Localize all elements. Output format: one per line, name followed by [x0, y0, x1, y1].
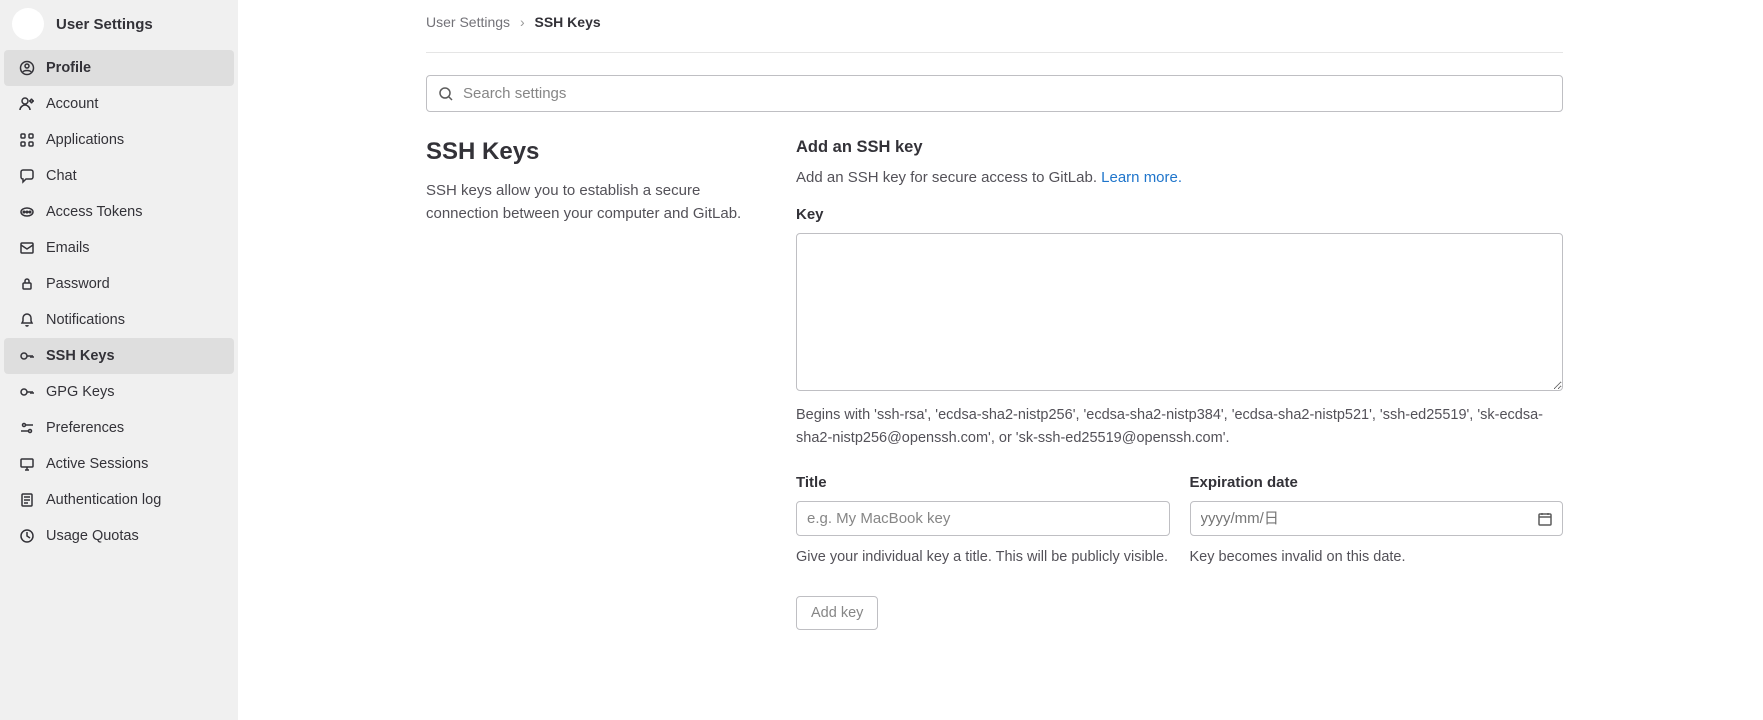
sidebar-item-label: Preferences — [46, 420, 124, 436]
sidebar-item-label: Usage Quotas — [46, 528, 139, 544]
title-input[interactable] — [796, 501, 1170, 536]
sidebar-item-label: Access Tokens — [46, 204, 142, 220]
sidebar-header: User Settings — [0, 0, 238, 48]
section-title: SSH Keys — [426, 138, 756, 166]
sidebar-item-label: Profile — [46, 60, 91, 76]
form-subdesc: Add an SSH key for secure access to GitL… — [796, 169, 1563, 186]
expire-label: Expiration date — [1190, 474, 1564, 491]
preferences-icon — [18, 419, 36, 437]
learn-more-link[interactable]: Learn more. — [1101, 169, 1182, 186]
sidebar-item-emails[interactable]: Emails — [4, 230, 234, 266]
sidebar-item-password[interactable]: Password — [4, 266, 234, 302]
sidebar-item-label: Account — [46, 96, 98, 112]
search-icon — [438, 86, 454, 102]
sidebar-item-label: Authentication log — [46, 492, 161, 508]
calendar-icon[interactable] — [1537, 511, 1553, 527]
sessions-icon — [18, 455, 36, 473]
section-description: SSH keys allow you to establish a secure… — [426, 180, 756, 225]
sidebar-item-label: GPG Keys — [46, 384, 115, 400]
key-help: Begins with 'ssh-rsa', 'ecdsa-sha2-nistp… — [796, 404, 1563, 450]
expire-field-group: Expiration date Key becomes invalid on t… — [1190, 474, 1564, 569]
sidebar: User Settings Profile Account Applicatio… — [0, 0, 238, 720]
chevron-right-icon: › — [520, 14, 525, 30]
sidebar-item-chat[interactable]: Chat — [4, 158, 234, 194]
breadcrumb: User Settings › SSH Keys — [426, 14, 1563, 30]
sidebar-item-access-tokens[interactable]: Access Tokens — [4, 194, 234, 230]
sidebar-item-label: Chat — [46, 168, 77, 184]
sidebar-item-active-sessions[interactable]: Active Sessions — [4, 446, 234, 482]
avatar[interactable] — [12, 8, 44, 40]
sidebar-item-label: Password — [46, 276, 110, 292]
sidebar-item-notifications[interactable]: Notifications — [4, 302, 234, 338]
sidebar-item-label: Notifications — [46, 312, 125, 328]
quotas-icon — [18, 527, 36, 545]
sidebar-title: User Settings — [56, 16, 153, 33]
password-icon — [18, 275, 36, 293]
breadcrumb-current: SSH Keys — [535, 14, 601, 30]
key-textarea[interactable] — [796, 233, 1563, 391]
expire-input[interactable] — [1190, 501, 1564, 536]
sidebar-item-profile[interactable]: Profile — [4, 50, 234, 86]
main-content: User Settings › SSH Keys SSH Keys SSH ke… — [238, 0, 1763, 720]
applications-icon — [18, 131, 36, 149]
sidebar-item-authentication-log[interactable]: Authentication log — [4, 482, 234, 518]
sidebar-item-gpg-keys[interactable]: GPG Keys — [4, 374, 234, 410]
expire-help: Key becomes invalid on this date. — [1190, 546, 1564, 569]
form-heading: Add an SSH key — [796, 138, 1563, 157]
form-subdesc-text: Add an SSH key for secure access to GitL… — [796, 169, 1101, 186]
sidebar-item-label: SSH Keys — [46, 348, 115, 364]
sidebar-item-applications[interactable]: Applications — [4, 122, 234, 158]
title-label: Title — [796, 474, 1170, 491]
ssh-key-icon — [18, 347, 36, 365]
notifications-icon — [18, 311, 36, 329]
divider — [426, 52, 1563, 53]
sidebar-item-preferences[interactable]: Preferences — [4, 410, 234, 446]
gpg-key-icon — [18, 383, 36, 401]
add-key-button[interactable]: Add key — [796, 596, 878, 630]
title-field-group: Title Give your individual key a title. … — [796, 474, 1170, 569]
tokens-icon — [18, 203, 36, 221]
sidebar-item-label: Active Sessions — [46, 456, 148, 472]
sidebar-nav: Profile Account Applications Chat Access… — [0, 50, 238, 554]
emails-icon — [18, 239, 36, 257]
sidebar-item-account[interactable]: Account — [4, 86, 234, 122]
authlog-icon — [18, 491, 36, 509]
search-wrap — [426, 75, 1563, 112]
sidebar-item-label: Applications — [46, 132, 124, 148]
profile-icon — [18, 59, 36, 77]
section-info: SSH Keys SSH keys allow you to establish… — [426, 138, 756, 630]
sidebar-item-label: Emails — [46, 240, 90, 256]
ssh-key-form: Add an SSH key Add an SSH key for secure… — [796, 138, 1563, 630]
sidebar-item-usage-quotas[interactable]: Usage Quotas — [4, 518, 234, 554]
title-help: Give your individual key a title. This w… — [796, 546, 1170, 569]
sidebar-item-ssh-keys[interactable]: SSH Keys — [4, 338, 234, 374]
breadcrumb-parent[interactable]: User Settings — [426, 14, 510, 30]
search-input[interactable] — [426, 75, 1563, 112]
account-icon — [18, 95, 36, 113]
key-label: Key — [796, 206, 1563, 223]
chat-icon — [18, 167, 36, 185]
